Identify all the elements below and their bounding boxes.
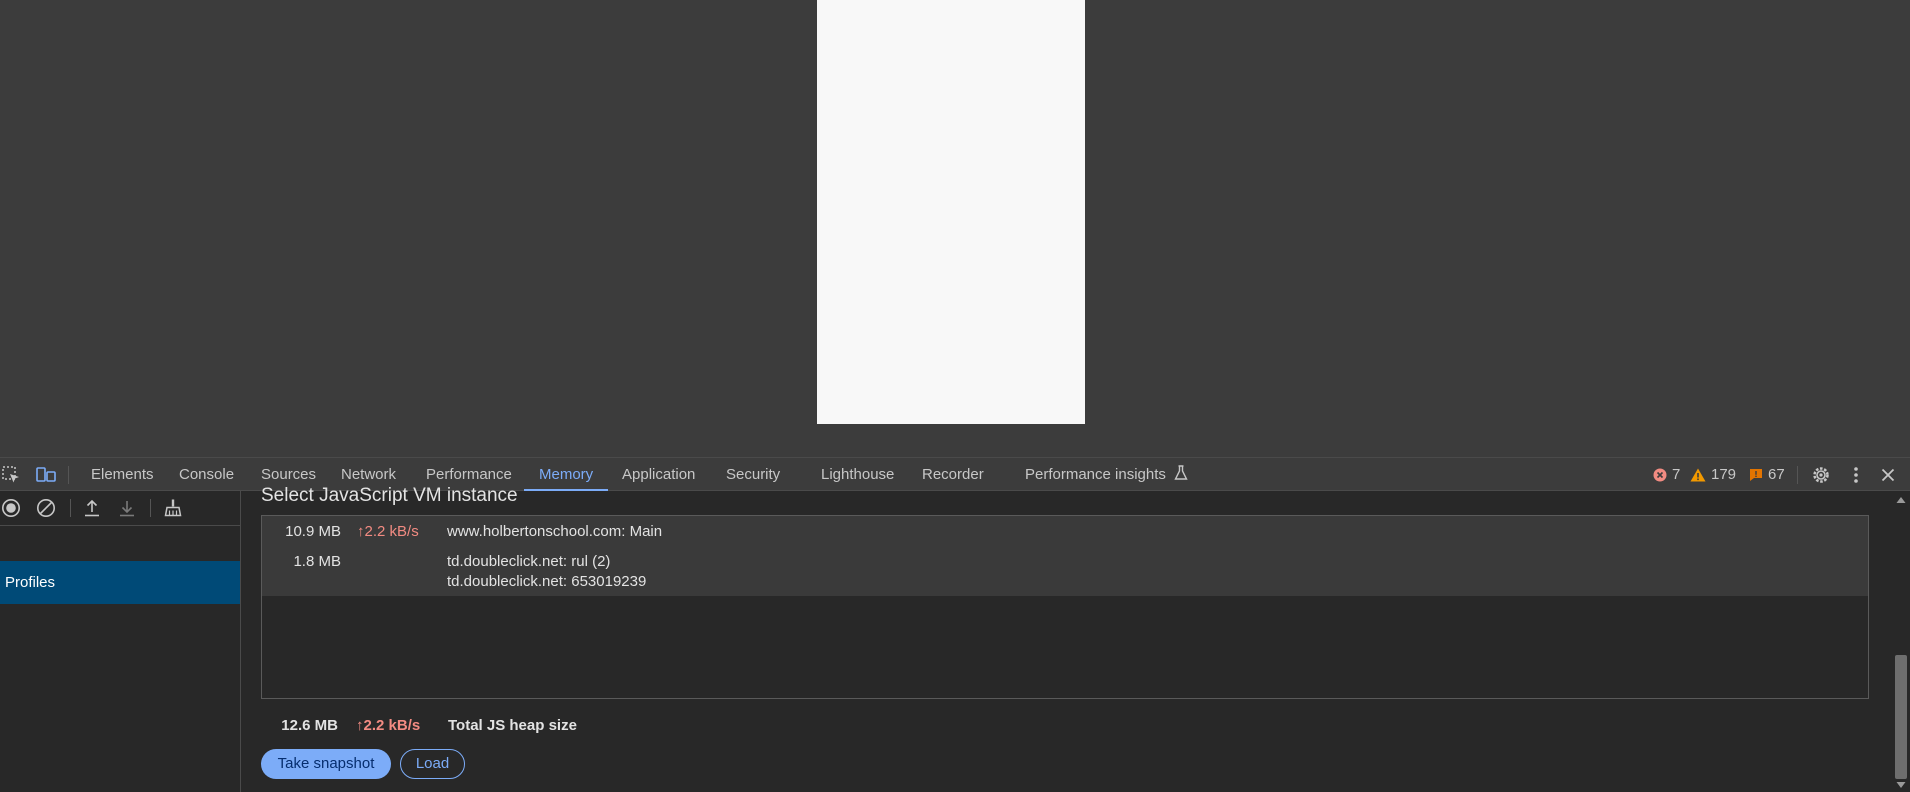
error-icon bbox=[1653, 468, 1667, 482]
vm-instance-size: 10.9 MB bbox=[285, 523, 341, 540]
warning-count[interactable]: 179 bbox=[1690, 458, 1736, 491]
tab-console[interactable]: Console bbox=[179, 458, 234, 491]
issues-count-label: 67 bbox=[1768, 466, 1785, 483]
vm-instance-size: 1.8 MB bbox=[293, 553, 341, 570]
vm-instance-row[interactable]: 1.8 MB td.doubleclick.net: rul (2) td.do… bbox=[262, 546, 1868, 596]
memory-toolbar bbox=[0, 491, 240, 526]
devtools-panel: Elements Console Sources Network Perform… bbox=[0, 457, 1910, 792]
issues-count[interactable]: 67 bbox=[1749, 458, 1785, 491]
record-icon[interactable] bbox=[0, 497, 22, 519]
scrollbar-thumb[interactable] bbox=[1895, 655, 1907, 779]
tab-security[interactable]: Security bbox=[726, 458, 780, 491]
tab-memory[interactable]: Memory bbox=[539, 458, 593, 491]
close-icon[interactable] bbox=[1877, 464, 1899, 486]
issues-icon bbox=[1749, 468, 1763, 482]
sidebar-item-profiles[interactable]: Profiles bbox=[0, 561, 240, 604]
scroll-up-arrow-icon[interactable] bbox=[1896, 495, 1906, 505]
warning-count-label: 179 bbox=[1711, 466, 1737, 483]
vm-instance-name: td.doubleclick.net: 653019239 bbox=[447, 573, 647, 590]
profiles-sidebar: Profiles bbox=[0, 491, 241, 792]
tab-elements[interactable]: Elements bbox=[91, 458, 154, 491]
device-toolbar-icon[interactable] bbox=[35, 464, 57, 486]
experiment-flask-icon bbox=[1174, 465, 1188, 480]
settings-gear-icon[interactable] bbox=[1810, 464, 1832, 486]
tab-recorder[interactable]: Recorder bbox=[922, 458, 984, 491]
memory-main-panel: Select JavaScript VM instance 10.9 MB ↑2… bbox=[241, 485, 1892, 792]
take-snapshot-button[interactable]: Take snapshot bbox=[261, 749, 391, 779]
save-profile-download-icon[interactable] bbox=[116, 497, 138, 519]
load-profile-upload-icon[interactable] bbox=[81, 497, 103, 519]
error-count[interactable]: 7 bbox=[1653, 458, 1680, 491]
vm-instance-name: www.holbertonschool.com: Main bbox=[447, 523, 663, 540]
vm-instance-name: td.doubleclick.net: rul (2) bbox=[447, 553, 611, 570]
tab-lighthouse[interactable]: Lighthouse bbox=[821, 458, 894, 491]
vm-instance-heading: Select JavaScript VM instance bbox=[261, 485, 518, 506]
toolbar-divider bbox=[1797, 466, 1798, 484]
tab-performance-insights-label: Performance insights bbox=[1025, 466, 1166, 483]
toolbar-divider bbox=[68, 466, 69, 484]
toolbar-divider bbox=[70, 499, 71, 517]
total-heap-size: 12.6 MB bbox=[281, 717, 338, 734]
vm-instance-row[interactable]: 10.9 MB ↑2.2 kB/s www.holbertonschool.co… bbox=[262, 516, 1868, 546]
more-options-icon[interactable] bbox=[1845, 464, 1867, 486]
collect-garbage-broom-icon[interactable] bbox=[162, 497, 184, 519]
warning-icon bbox=[1690, 468, 1706, 482]
vertical-scrollbar[interactable] bbox=[1892, 491, 1910, 792]
toolbar-divider bbox=[150, 499, 151, 517]
total-heap-summary: 12.6 MB ↑2.2 kB/s Total JS heap size bbox=[261, 717, 861, 737]
inspect-element-icon[interactable] bbox=[0, 464, 22, 486]
scroll-down-arrow-icon[interactable] bbox=[1896, 780, 1906, 790]
error-count-label: 7 bbox=[1672, 466, 1681, 483]
load-button[interactable]: Load bbox=[400, 749, 465, 779]
vm-instance-list: 10.9 MB ↑2.2 kB/s www.holbertonschool.co… bbox=[261, 515, 1869, 699]
clear-all-icon[interactable] bbox=[35, 497, 57, 519]
page-content bbox=[817, 0, 1085, 424]
vm-instance-rate: ↑2.2 kB/s bbox=[357, 523, 419, 540]
tab-application[interactable]: Application bbox=[622, 458, 695, 491]
inspected-page-viewport bbox=[0, 0, 1910, 457]
total-heap-label: Total JS heap size bbox=[448, 717, 577, 734]
total-heap-rate: ↑2.2 kB/s bbox=[356, 717, 421, 734]
tab-performance-insights[interactable]: Performance insights bbox=[1025, 458, 1188, 491]
